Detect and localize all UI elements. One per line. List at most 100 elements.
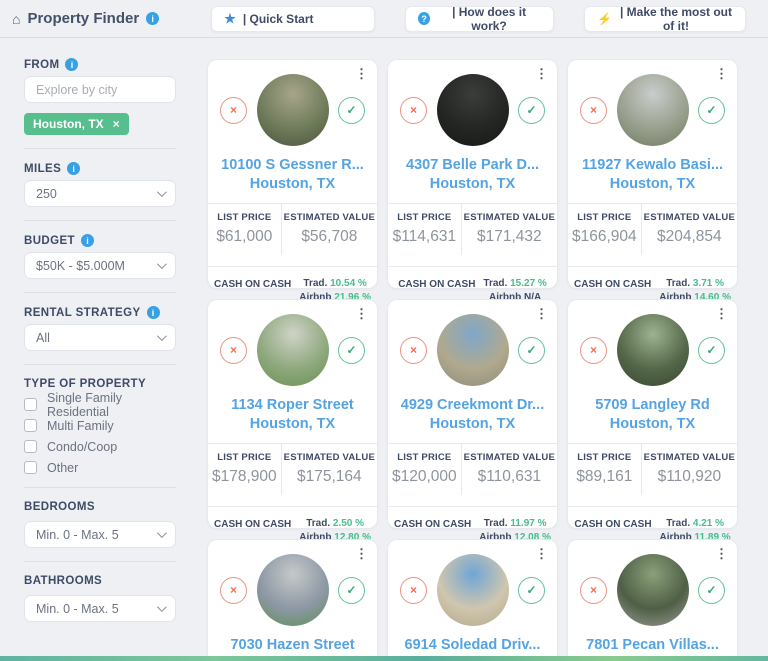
checkbox-multi-family[interactable]: Multi Family (24, 419, 176, 432)
budget-info-icon[interactable]: i (81, 234, 94, 247)
chevron-down-icon (157, 259, 167, 269)
quick-start-button[interactable]: ★ | Quick Start (211, 6, 375, 32)
property-city-link[interactable]: Houston, TX (580, 176, 725, 192)
trad-value: 11.97 % (510, 518, 546, 529)
trad-value: 3.71 % (693, 278, 724, 289)
budget-select[interactable]: $50K - $5.000M (24, 252, 176, 279)
page-title: Property Finder (27, 10, 139, 27)
checkbox-icon[interactable] (24, 440, 37, 453)
kebab-menu-icon[interactable]: ⋮ (715, 306, 728, 322)
info-icon[interactable]: i (146, 12, 159, 25)
accept-button[interactable]: ✓ (518, 97, 545, 124)
accept-button[interactable]: ✓ (518, 577, 545, 604)
city-search-input[interactable] (24, 76, 176, 103)
checkbox-icon[interactable] (24, 398, 37, 411)
property-photo[interactable] (617, 554, 689, 626)
from-info-icon[interactable]: i (65, 58, 78, 71)
reject-button[interactable]: × (580, 337, 607, 364)
price-row: LIST PRICE $166,904 ESTIMATED VALUE $204… (568, 204, 737, 255)
bathrooms-label: BATHROOMS (24, 575, 102, 587)
property-address-link[interactable]: 4929 Creekmont Dr... (400, 397, 545, 413)
checkbox-single-family[interactable]: Single Family Residential (24, 398, 176, 411)
property-city-link[interactable]: Houston, TX (580, 416, 725, 432)
reject-button[interactable]: × (220, 337, 247, 364)
property-address-link[interactable]: 6914 Soledad Driv... (400, 637, 545, 653)
property-card: ⋮ × ✓ 7030 Hazen Street Houston, TX LIST… (207, 539, 378, 661)
property-city-link[interactable]: Houston, TX (220, 176, 365, 192)
checkbox-other[interactable]: Other (24, 461, 176, 474)
kebab-menu-icon[interactable]: ⋮ (535, 306, 548, 322)
from-label: FROM (24, 59, 59, 71)
checkbox-icon[interactable] (24, 461, 37, 474)
property-address-link[interactable]: 7030 Hazen Street (220, 637, 365, 653)
divider (208, 506, 377, 507)
accept-button[interactable]: ✓ (338, 577, 365, 604)
list-price-value: $89,161 (570, 468, 639, 486)
list-price-label: LIST PRICE (390, 212, 459, 223)
how-does-it-work-button[interactable]: ? | How does it work? (405, 6, 554, 32)
rental-strategy-select[interactable]: All (24, 324, 176, 351)
property-address-link[interactable]: 5709 Langley Rd (580, 397, 725, 413)
kebab-menu-icon[interactable]: ⋮ (355, 306, 368, 322)
bedrooms-select[interactable]: Min. 0 - Max. 5 (24, 521, 176, 548)
trad-value: 15.27 % (510, 278, 547, 289)
reject-button[interactable]: × (400, 97, 427, 124)
checkbox-condo-coop[interactable]: Condo/Coop (24, 440, 176, 453)
accept-button[interactable]: ✓ (338, 97, 365, 124)
property-city-link[interactable]: Houston, TX (400, 416, 545, 432)
property-photo[interactable] (437, 74, 509, 146)
city-tag[interactable]: Houston, TX × (24, 113, 129, 135)
property-address-link[interactable]: 7801 Pecan Villas... (580, 637, 725, 653)
reject-button[interactable]: × (220, 97, 247, 124)
check-icon: ✓ (526, 343, 536, 357)
header-buttons: ★ | Quick Start ? | How does it work? ⚡ … (211, 6, 746, 32)
check-icon: ✓ (706, 343, 716, 357)
kebab-menu-icon[interactable]: ⋮ (535, 66, 548, 82)
rental-strategy-info-icon[interactable]: i (147, 306, 160, 319)
property-photo[interactable] (257, 74, 329, 146)
trad-label: Trad. (306, 518, 330, 529)
property-address-link[interactable]: 10100 S Gessner R... (220, 157, 365, 173)
how-does-it-work-label: | How does it work? (437, 5, 541, 33)
property-address-link[interactable]: 11927 Kewalo Basi... (580, 157, 725, 173)
make-the-most-button[interactable]: ⚡ | Make the most out of it! (584, 6, 746, 32)
accept-button[interactable]: ✓ (518, 337, 545, 364)
property-card: ⋮ × ✓ 4929 Creekmont Dr... Houston, TX L… (387, 299, 558, 529)
trad-label: Trad. (666, 518, 690, 529)
property-address-link[interactable]: 1134 Roper Street (220, 397, 365, 413)
property-city-link[interactable]: Houston, TX (220, 416, 365, 432)
kebab-menu-icon[interactable]: ⋮ (535, 546, 548, 562)
cash-on-cash-label: CASH ON CASH (398, 279, 475, 290)
reject-button[interactable]: × (400, 337, 427, 364)
property-city-link[interactable]: Houston, TX (400, 176, 545, 192)
accept-button[interactable]: ✓ (698, 97, 725, 124)
x-icon: × (230, 583, 237, 597)
kebab-menu-icon[interactable]: ⋮ (715, 66, 728, 82)
property-photo[interactable] (257, 314, 329, 386)
bathrooms-select[interactable]: Min. 0 - Max. 5 (24, 595, 176, 622)
reject-button[interactable]: × (220, 577, 247, 604)
x-icon: × (230, 343, 237, 357)
property-photo[interactable] (257, 554, 329, 626)
miles-info-icon[interactable]: i (67, 162, 80, 175)
close-icon[interactable]: × (113, 118, 120, 130)
kebab-menu-icon[interactable]: ⋮ (355, 66, 368, 82)
property-photo[interactable] (617, 314, 689, 386)
checkbox-icon[interactable] (24, 419, 37, 432)
budget-value: $50K - $5.000M (36, 259, 125, 273)
reject-button[interactable]: × (400, 577, 427, 604)
property-photo[interactable] (437, 554, 509, 626)
property-address-link[interactable]: 4307 Belle Park D... (400, 157, 545, 173)
reject-button[interactable]: × (580, 97, 607, 124)
property-photo[interactable] (617, 74, 689, 146)
property-photo[interactable] (437, 314, 509, 386)
reject-button[interactable]: × (580, 577, 607, 604)
accept-button[interactable]: ✓ (698, 577, 725, 604)
miles-select[interactable]: 250 (24, 180, 176, 207)
price-row: LIST PRICE $89,161 ESTIMATED VALUE $110,… (568, 444, 737, 495)
accept-button[interactable]: ✓ (338, 337, 365, 364)
accept-button[interactable]: ✓ (698, 337, 725, 364)
price-row: LIST PRICE $61,000 ESTIMATED VALUE $56,7… (208, 204, 377, 255)
kebab-menu-icon[interactable]: ⋮ (715, 546, 728, 562)
kebab-menu-icon[interactable]: ⋮ (355, 546, 368, 562)
